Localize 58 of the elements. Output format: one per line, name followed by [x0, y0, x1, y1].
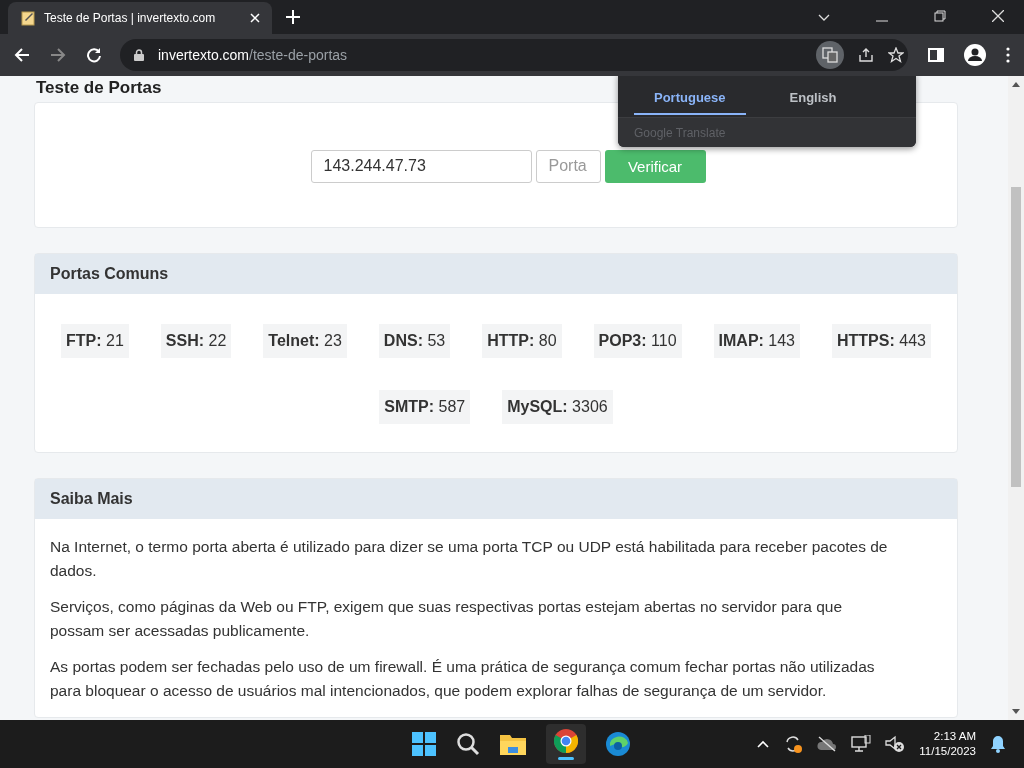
paragraph: As portas podem ser fechadas pelo uso de um firewall. É uma prática de segurança comum fechar portas não utilizadas para bloquear o acesso de usuários mal intencionados, que podem explorar falhas de segurança de um servidor.	[50, 657, 876, 701]
scrollbar[interactable]	[1008, 76, 1024, 720]
reload-icon[interactable]	[86, 47, 102, 63]
language-tab[interactable]: Portuguese	[634, 79, 746, 115]
scroll-down-icon[interactable]	[1012, 709, 1020, 714]
scroll-thumb[interactable]	[1011, 187, 1021, 487]
port-chip: DNS: 53	[378, 324, 451, 358]
port-chip: HTTP: 80	[482, 324, 562, 358]
page-heading: Teste de Portas	[36, 78, 162, 98]
share-icon[interactable]	[858, 47, 874, 63]
clock[interactable]: 2:13 AM 11/15/2023	[919, 729, 976, 759]
port-chip: SMTP: 587	[379, 390, 471, 424]
scroll-up-icon[interactable]	[1012, 82, 1020, 87]
translate-button[interactable]	[816, 41, 844, 69]
taskbar-app-button[interactable]	[546, 724, 586, 764]
card-title: Portas Comuns	[50, 265, 169, 283]
paragraph: Na Internet, o termo porta aberta é utilizado para dizer se uma porta TCP ou UDP está habilitada para receber pacotes de dados.	[50, 537, 889, 581]
folder-icon[interactable]	[500, 733, 526, 755]
ip-address-field[interactable]: 143.244.47.73	[310, 149, 532, 183]
star-icon[interactable]	[888, 47, 904, 63]
sync-icon[interactable]	[783, 734, 804, 754]
date-text: 11/15/2023	[919, 744, 976, 759]
search-icon[interactable]	[456, 732, 480, 756]
port-field[interactable]: Porta	[535, 149, 601, 183]
port-chip: HTTPS: 443	[832, 324, 931, 358]
side-panel-icon[interactable]	[928, 47, 944, 63]
port-chip: MySQL: 3306	[502, 390, 613, 424]
port-chip: FTP: 21	[61, 324, 129, 358]
url-text: invertexto.com/teste-de-portas	[158, 47, 348, 63]
port-chip: IMAP: 143	[713, 324, 800, 358]
chevron-down-icon[interactable]	[818, 14, 830, 22]
restore-icon[interactable]	[934, 10, 946, 22]
monitor-icon[interactable]	[851, 735, 872, 753]
profile-icon[interactable]	[964, 44, 986, 66]
bell-icon[interactable]	[990, 735, 1006, 753]
chevron-up-icon[interactable]	[757, 740, 770, 748]
notepad-icon	[20, 10, 36, 26]
address-bar[interactable]: invertexto.com/teste-de-portas	[120, 39, 908, 71]
paragraph: Serviços, como páginas da Web ou FTP, exigem que suas respectivas portas estejam abertas no servidor para que possam ser acessadas publicamente.	[50, 597, 844, 641]
lock-icon	[134, 49, 144, 61]
card-title: Saiba Mais	[50, 490, 133, 508]
time-text: 2:13 AM	[933, 729, 976, 744]
edge-icon[interactable]	[606, 732, 630, 756]
chrome-icon	[554, 728, 578, 753]
cloud-off-icon[interactable]	[817, 736, 838, 752]
plus-icon[interactable]	[286, 10, 300, 24]
forward-arrow-icon[interactable]	[50, 47, 66, 63]
language-tab[interactable]: English	[769, 79, 857, 115]
speaker-muted-icon[interactable]	[885, 735, 906, 753]
back-arrow-icon[interactable]	[14, 47, 30, 63]
browser-tab[interactable]: Teste de Portas | invertexto.com	[8, 2, 272, 34]
menu-icon[interactable]	[1006, 47, 1010, 63]
windows-start-icon[interactable]	[412, 732, 436, 756]
port-chip: POP3: 110	[593, 324, 682, 358]
close-icon[interactable]	[992, 10, 1004, 22]
port-chip: Telnet: 23	[263, 324, 347, 358]
port-chip: SSH: 22	[160, 324, 232, 358]
translate-icon	[822, 47, 838, 63]
